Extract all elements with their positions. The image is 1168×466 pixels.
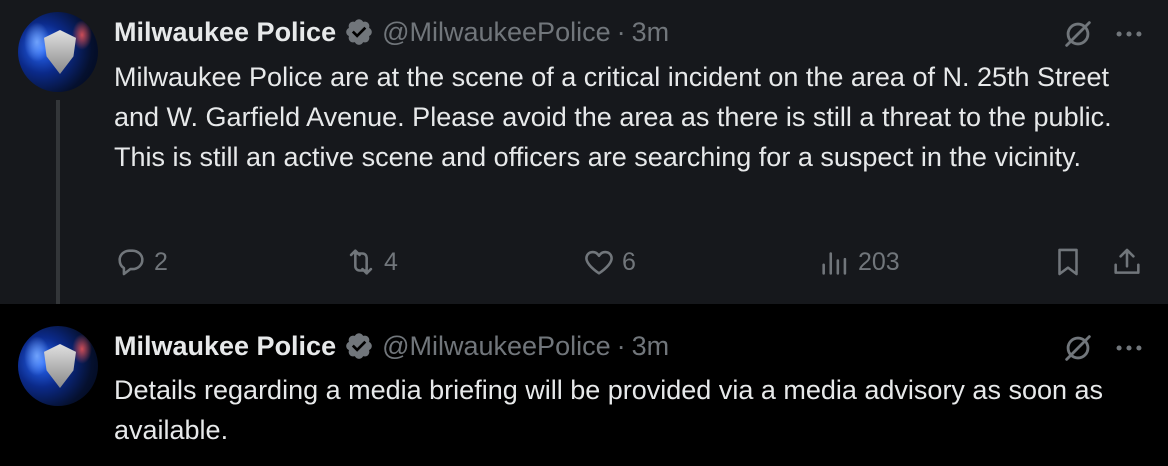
verified-icon — [346, 333, 372, 359]
reply-count: 2 — [154, 247, 168, 276]
tweet-text: Milwaukee Police are at the scene of a c… — [114, 62, 1112, 172]
tweet[interactable]: Milwaukee Police @MilwaukeePolice · 3m M… — [0, 0, 1168, 320]
share-button[interactable] — [1110, 244, 1150, 280]
bookmark-icon — [1058, 248, 1078, 276]
author-handle[interactable]: @MilwaukeePolice — [382, 17, 611, 48]
more-icon[interactable] — [1112, 331, 1146, 365]
tweet-header: Milwaukee Police @MilwaukeePolice · 3m — [114, 15, 669, 49]
like-icon — [585, 250, 613, 275]
repost-count: 4 — [384, 247, 398, 276]
author-handle[interactable]: @MilwaukeePolice — [382, 331, 611, 362]
views-icon — [822, 252, 847, 275]
grok-icon[interactable] — [1061, 331, 1095, 365]
bookmark-button[interactable] — [1051, 244, 1091, 280]
author-name[interactable]: Milwaukee Police — [114, 331, 336, 362]
grok-icon[interactable] — [1061, 17, 1095, 51]
like-count: 6 — [622, 247, 636, 276]
avatar[interactable] — [18, 12, 98, 92]
timestamp[interactable]: 3m — [632, 17, 670, 48]
timestamp[interactable]: 3m — [632, 331, 670, 362]
views-button[interactable]: 203 — [818, 244, 900, 280]
share-icon — [1114, 248, 1140, 274]
separator-dot: · — [616, 16, 626, 47]
separator-dot: · — [616, 330, 626, 361]
repost-icon — [349, 249, 373, 275]
thread-connector-line — [56, 100, 60, 320]
avatar[interactable] — [18, 326, 98, 406]
like-button[interactable]: 6 — [582, 244, 636, 280]
more-icon[interactable] — [1112, 17, 1146, 51]
tweet-text: Details regarding a media briefing will … — [114, 375, 1104, 445]
reply-button[interactable]: 2 — [114, 244, 168, 280]
reply-icon — [118, 249, 144, 276]
repost-button[interactable]: 4 — [344, 244, 398, 280]
author-name[interactable]: Milwaukee Police — [114, 17, 336, 48]
tweet-header: Milwaukee Police @MilwaukeePolice · 3m — [114, 329, 669, 363]
views-count: 203 — [858, 247, 900, 276]
verified-icon — [346, 19, 372, 45]
